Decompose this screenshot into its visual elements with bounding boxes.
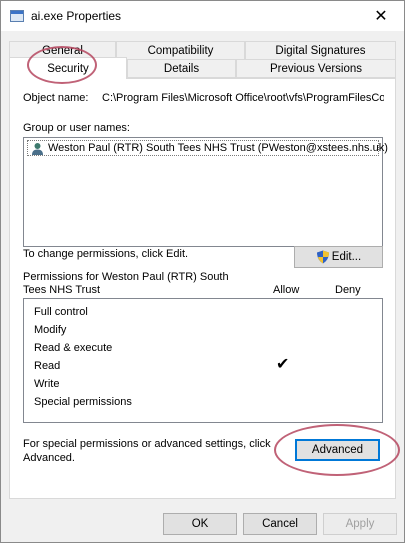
- uac-shield-icon: [316, 250, 329, 264]
- permission-row: Full control: [34, 306, 88, 318]
- edit-button-label: Edit...: [331, 251, 362, 263]
- user-icon: [32, 142, 43, 155]
- tab-label: Previous Versions: [269, 62, 363, 75]
- tab-label: Compatibility: [147, 44, 214, 57]
- close-icon: ✕: [374, 8, 388, 25]
- list-item[interactable]: Weston Paul (RTR) South Tees NHS Trust (…: [27, 140, 388, 156]
- tab-label: Details: [163, 62, 200, 75]
- permissions-list[interactable]: Full control Modify Read & execute Read …: [23, 298, 383, 423]
- permissions-for-line2: Tees NHS Trust: [23, 284, 101, 296]
- apply-button[interactable]: Apply: [323, 513, 397, 535]
- edit-button[interactable]: Edit...: [294, 246, 383, 268]
- permission-name: Full control: [34, 306, 88, 318]
- group-list[interactable]: Weston Paul (RTR) South Tees NHS Trust (…: [23, 137, 388, 247]
- tab-compatibility[interactable]: Compatibility: [116, 41, 245, 60]
- ok-button-label: OK: [191, 518, 209, 530]
- change-permissions-text: To change permissions, click Edit.: [23, 248, 189, 260]
- tab-digital-signatures[interactable]: Digital Signatures: [245, 41, 396, 60]
- permission-row: Special permissions: [34, 396, 132, 408]
- group-label: Group or user names:: [23, 122, 130, 134]
- permission-name: Modify: [34, 324, 67, 336]
- window-app-icon: [10, 10, 24, 22]
- permission-name: Read: [34, 360, 61, 372]
- user-name: Weston Paul (RTR) South Tees NHS Trust (…: [48, 142, 388, 154]
- ok-button[interactable]: OK: [163, 513, 237, 535]
- permission-row: Write: [34, 378, 59, 390]
- permission-name: Special permissions: [34, 396, 132, 408]
- annotation-circle-advanced: [274, 424, 400, 476]
- cancel-button[interactable]: Cancel: [243, 513, 317, 535]
- permission-name: Read & execute: [34, 342, 113, 354]
- object-name-label: Object name:: [23, 92, 89, 104]
- apply-button-label: Apply: [345, 518, 375, 530]
- annotation-circle-security: [27, 46, 97, 84]
- close-button[interactable]: ✕: [358, 1, 404, 31]
- advanced-text-line1: For special permissions or advanced sett…: [23, 438, 271, 450]
- tab-previous-versions[interactable]: Previous Versions: [236, 59, 396, 78]
- advanced-text-line2: Advanced.: [23, 452, 75, 464]
- permission-row: Read: [34, 360, 60, 372]
- permissions-for-line1: Permissions for Weston Paul (RTR) South: [23, 271, 229, 283]
- object-name-value: C:\Program Files\Microsoft Office\root\v…: [102, 92, 384, 104]
- permission-row: Modify: [34, 324, 66, 336]
- tab-details[interactable]: Details: [127, 59, 236, 78]
- read-allow-checkmark: ✔: [276, 356, 290, 373]
- deny-header: Deny: [335, 284, 361, 296]
- title-bar: ai.exe Properties ✕: [1, 1, 404, 31]
- permission-row: Read & execute: [34, 342, 112, 354]
- window-title: ai.exe Properties: [31, 9, 122, 23]
- cancel-button-label: Cancel: [262, 518, 298, 530]
- allow-header: Allow: [273, 284, 300, 296]
- permission-name: Write: [34, 378, 60, 390]
- tab-label: Digital Signatures: [275, 44, 366, 57]
